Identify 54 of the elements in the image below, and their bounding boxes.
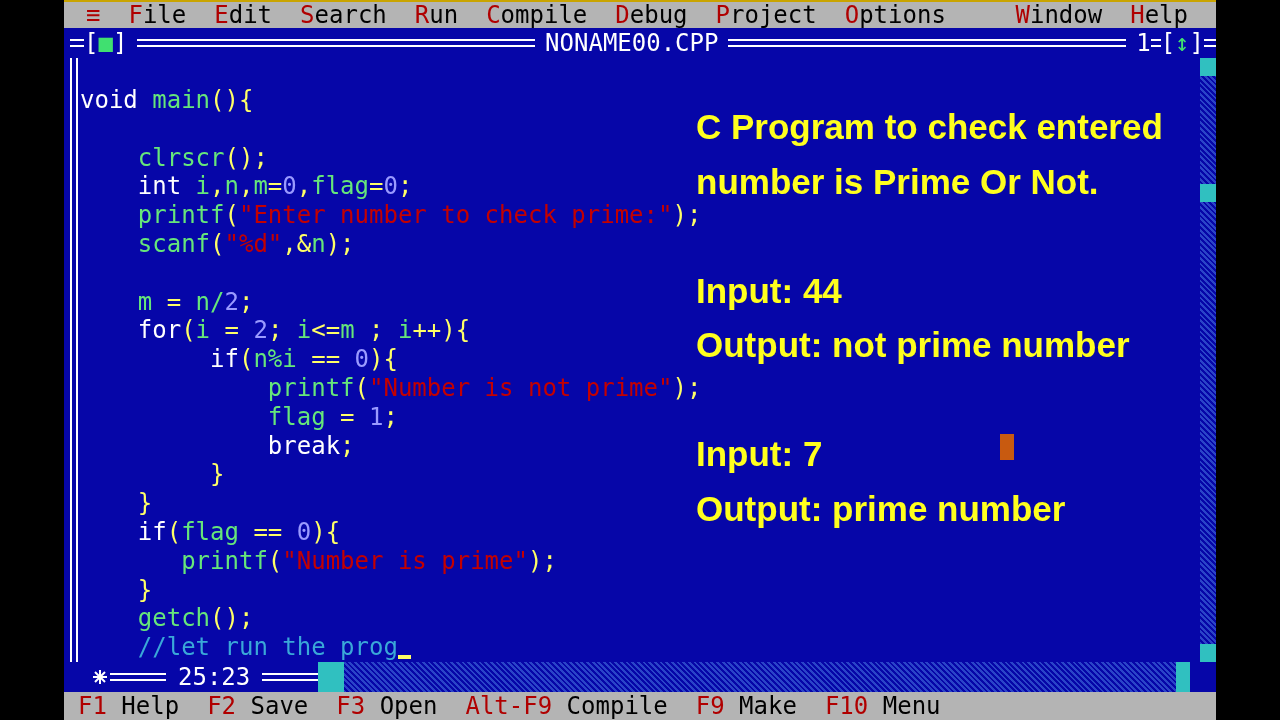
frame-line xyxy=(262,672,319,681)
code-line: } xyxy=(136,489,153,518)
caption-line: C Program to check entered xyxy=(696,106,1163,148)
horizontal-scrollbar[interactable] xyxy=(318,661,1190,692)
menu-item[interactable]: Compile xyxy=(486,2,588,28)
frame-line xyxy=(70,39,84,47)
window-number: 1 xyxy=(1136,29,1151,57)
menu-item[interactable]: Options xyxy=(844,2,946,28)
menu-item[interactable]: Search xyxy=(300,2,387,28)
caption-line: number is Prime Or Not. xyxy=(696,160,1099,203)
function-key-hint[interactable]: F3 Open xyxy=(336,691,438,720)
window-title: NONAME00.CPP xyxy=(545,29,719,57)
code-line: if(n%i == 0){ xyxy=(209,345,398,374)
caption-line: Input: 44 xyxy=(696,269,842,312)
menu-item[interactable]: Help xyxy=(1130,2,1188,28)
code-line: //let run the prog xyxy=(136,633,398,662)
function-key-hint[interactable]: F1 Help xyxy=(78,691,180,720)
close-button[interactable]: [■] xyxy=(84,29,128,57)
function-key-hint[interactable]: F9 Make xyxy=(695,691,797,720)
menu-item[interactable]: Run xyxy=(414,2,459,28)
vertical-scrollbar[interactable] xyxy=(1200,58,1216,662)
code-line: printf("Number is not prime"); xyxy=(266,373,702,403)
frame-line xyxy=(1150,39,1161,47)
code-line: printf("Enter number to check prime:"); xyxy=(136,201,702,230)
code-line: } xyxy=(209,460,225,490)
caption-line: Input: 7 xyxy=(696,433,823,475)
frame-line xyxy=(110,672,166,681)
code-line: getch(); xyxy=(136,604,254,634)
zoom-button[interactable]: [↕] xyxy=(1160,29,1204,57)
code-line: break; xyxy=(266,431,355,461)
code-line: m = n/2; xyxy=(136,287,254,317)
code-line: } xyxy=(136,575,153,605)
caption-line: Output: not prime number xyxy=(696,324,1130,366)
function-key-hint[interactable]: F10 Menu xyxy=(824,691,941,720)
mouse-cursor xyxy=(1000,434,1014,460)
menu-item[interactable]: Window xyxy=(1015,2,1103,28)
code-line: int i,n,m=0,flag=0; xyxy=(136,172,413,202)
modified-icon xyxy=(92,668,108,685)
code-line: scanf("%d",&n); xyxy=(136,230,355,259)
caption-line: Output: prime number xyxy=(696,487,1066,530)
menu-item[interactable]: Project xyxy=(715,2,817,28)
menu-item[interactable]: Debug xyxy=(615,2,688,28)
function-key-hint[interactable]: F2 Save xyxy=(207,691,309,720)
system-menu[interactable]: ≡ xyxy=(86,2,101,28)
code-line: flag = 1; xyxy=(266,402,398,432)
code-line: clrscr(); xyxy=(136,143,268,173)
code-line: for(i = 2; i<=m ; i++){ xyxy=(136,316,471,346)
function-key-hint[interactable]: Alt-F9 Compile xyxy=(465,691,668,720)
cursor-position: 25:23 xyxy=(178,662,251,691)
menu-item[interactable]: Edit xyxy=(214,2,273,28)
code-line: if(flag == 0){ xyxy=(136,517,341,547)
code-line: printf("Number is prime"); xyxy=(180,546,557,576)
menu-item[interactable]: File xyxy=(128,2,187,28)
code-line: void main(){ xyxy=(80,86,254,115)
